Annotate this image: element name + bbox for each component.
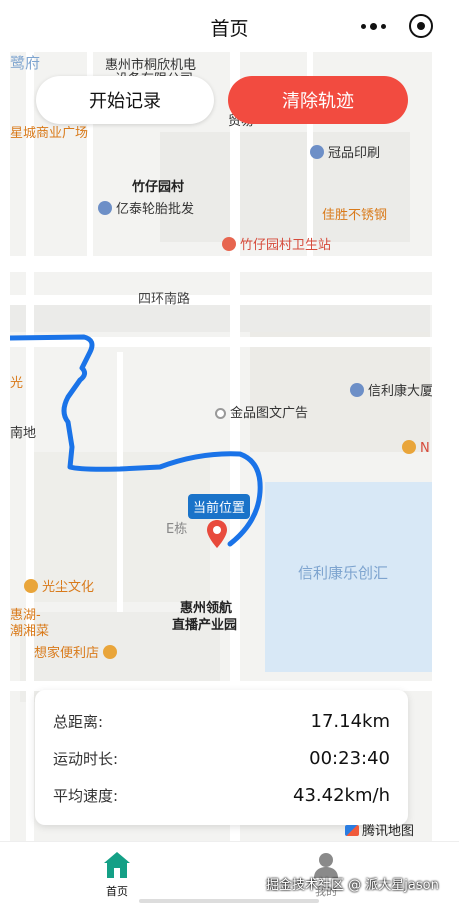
tencent-map-icon	[345, 825, 359, 836]
culture-icon	[24, 579, 38, 593]
map-label: 潮湘菜	[10, 624, 50, 639]
start-record-button[interactable]: 开始记录	[36, 76, 214, 124]
target-icon	[417, 22, 425, 30]
more-menu-button[interactable]	[353, 10, 393, 42]
store-icon	[103, 645, 118, 659]
current-location-label: 当前位置	[188, 494, 251, 519]
map-label: 光尘文化	[24, 576, 94, 595]
more-dot-icon	[360, 23, 366, 29]
more-dot-icon	[369, 22, 377, 30]
map-label: 光	[10, 376, 24, 391]
tire-shop-icon	[98, 201, 112, 215]
home-icon	[104, 852, 130, 878]
building-icon	[350, 383, 364, 397]
location-pin-icon[interactable]	[207, 520, 227, 552]
speed-value: 43.42km/h	[293, 784, 390, 806]
shop-icon	[215, 408, 226, 419]
map-label: 金品图文广告	[215, 402, 308, 421]
map-label: 直播产业园	[172, 618, 238, 633]
map-label: 信利康大厦	[350, 380, 432, 399]
map-label: 南地	[10, 426, 37, 441]
map-label: 想家便利店	[34, 642, 121, 661]
print-shop-icon	[310, 145, 324, 159]
map-label: 竹仔园村	[132, 180, 185, 195]
map-label: 冠品印刷	[310, 142, 380, 161]
home-indicator	[139, 899, 319, 903]
map-label: N	[402, 440, 430, 456]
speed-label: 平均速度:	[53, 786, 119, 805]
distance-row: 总距离: 17.14km	[53, 706, 390, 736]
duration-label: 运动时长:	[53, 749, 119, 768]
road-label: 四环南路	[138, 292, 191, 307]
tab-home[interactable]: 首页	[87, 850, 147, 899]
speed-row: 平均速度: 43.42km/h	[53, 780, 390, 810]
map-label: 鹭府	[10, 54, 41, 72]
map-label: 亿泰轮胎批发	[98, 198, 194, 217]
duration-row: 运动时长: 00:23:40	[53, 743, 390, 773]
map-label: 星城商业广场	[10, 126, 89, 141]
map-label: 佳胜不锈钢	[322, 208, 388, 223]
watermark-credit: 掘金技术社区 @ 派大星jason	[266, 878, 439, 893]
stats-card: 总距离: 17.14km 运动时长: 00:23:40 平均速度: 43.42k…	[35, 690, 408, 825]
map-label: E栋	[166, 522, 188, 537]
map-provider-logo: 腾讯地图	[345, 820, 414, 839]
tab-home-label: 首页	[106, 885, 128, 898]
shop-icon	[402, 440, 416, 454]
more-dot-icon	[380, 23, 386, 29]
duration-value: 00:23:40	[309, 747, 390, 769]
clear-track-button[interactable]: 清除轨迹	[228, 76, 408, 124]
distance-label: 总距离:	[53, 712, 104, 731]
map-label: 信利康乐创汇	[298, 564, 389, 582]
map-label: 竹仔园村卫生站	[222, 234, 331, 253]
navigation-bar: 首页	[0, 0, 459, 52]
app-frame: 首页 惠州市桐欣机电 鹭府 星城商业广场 冠品印刷 竹仔园村 亿泰轮胎批发 佳胜…	[0, 0, 459, 906]
distance-value: 17.14km	[310, 710, 391, 732]
mini-program-capsule	[353, 10, 439, 42]
clinic-icon	[222, 237, 236, 251]
close-mini-program-button[interactable]	[409, 14, 433, 38]
